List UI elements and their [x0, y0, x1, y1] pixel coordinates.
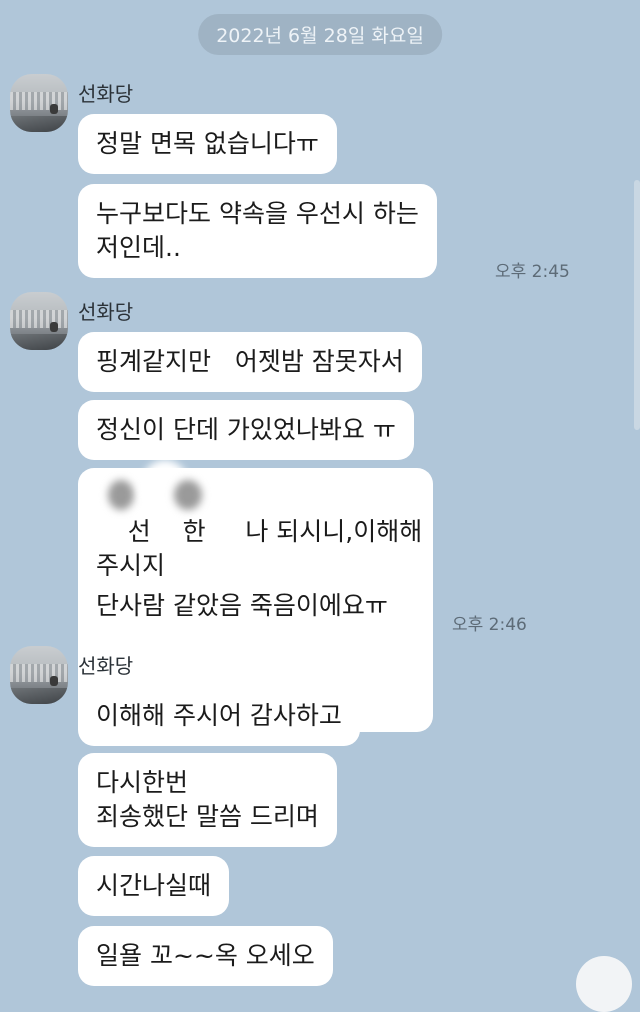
- message-text: 선 한 나 되시니,이해해 주시지: [96, 517, 423, 580]
- message-bubble[interactable]: 시간나실때: [78, 856, 230, 916]
- sender-name: 선화당: [78, 300, 134, 324]
- redaction-blur: [174, 480, 202, 510]
- message-bubble[interactable]: 누구보다도 약속을 우선시 하는 저인데..: [78, 184, 437, 278]
- message-bubble[interactable]: 이해해 주시어 감사하고: [78, 686, 360, 746]
- avatar[interactable]: [10, 74, 68, 132]
- avatar[interactable]: [10, 292, 68, 350]
- message-bubble[interactable]: 일욜 꼬~~옥 오세오: [78, 926, 333, 986]
- redaction-blur: [108, 480, 134, 510]
- date-divider: 2022년 6월 28일 화요일: [198, 14, 442, 55]
- scroll-down-button[interactable]: [576, 956, 632, 1012]
- message-bubble[interactable]: 핑계같지만 어젯밤 잠못자서: [78, 332, 422, 392]
- avatar[interactable]: [10, 646, 68, 704]
- sender-name: 선화당: [78, 654, 134, 678]
- scrollbar[interactable]: [634, 180, 640, 430]
- message-bubble[interactable]: 정신이 단데 가있었나봐요 ㅠ: [78, 400, 414, 460]
- message-time: 오후 2:46: [452, 615, 527, 635]
- message-time: 오후 2:45: [495, 262, 570, 282]
- message-bubble[interactable]: 다시한번 죄송했단 말씀 드리며: [78, 753, 337, 847]
- message-bubble[interactable]: 정말 면목 없습니다ㅠ: [78, 114, 337, 174]
- message-bubble[interactable]: 단사람 같았음 죽음이에요ㅠ: [78, 576, 406, 636]
- sender-name: 선화당: [78, 82, 134, 106]
